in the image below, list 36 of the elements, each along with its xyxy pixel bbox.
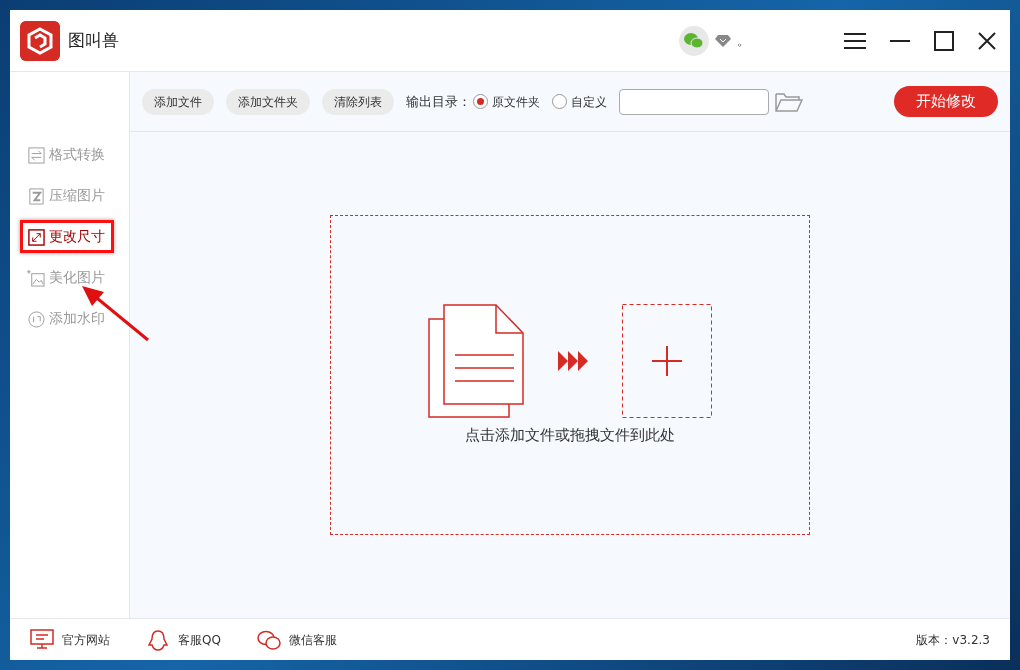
minimize-icon [890, 39, 910, 42]
resize-icon [27, 227, 45, 246]
footer-link[interactable]: 官方网站 [30, 628, 110, 651]
toolbar-button[interactable]: 添加文件 [142, 88, 214, 115]
version-text: 版本：v3.2.3 [916, 631, 990, 649]
start-button[interactable]: 开始修改 [894, 86, 998, 117]
menu-icon [844, 33, 866, 50]
app-name: 图叫兽 [68, 28, 119, 52]
toolbar-button[interactable]: 清除列表 [322, 88, 394, 115]
maximize-icon [934, 30, 954, 51]
add-icon[interactable] [622, 303, 712, 418]
diamond-icon[interactable] [715, 33, 731, 48]
toolbar-button[interactable]: 添加文件夹 [226, 88, 310, 115]
wechat-icon[interactable] [679, 25, 709, 56]
footer-link[interactable]: 客服QQ [146, 628, 221, 651]
sidebar-item[interactable]: 更改尺寸 [20, 220, 114, 253]
path-field[interactable] [619, 88, 769, 115]
monitor-icon [30, 628, 54, 651]
image-icon [27, 268, 45, 287]
swap-icon [27, 145, 45, 164]
penguin-icon [146, 628, 170, 651]
output-label: 输出目录： [406, 92, 471, 111]
drop-zone[interactable]: 点击添加文件或拖拽文件到此处 [330, 215, 810, 535]
stamp-icon [27, 309, 45, 328]
status-text: 。 [737, 31, 750, 50]
documents-icon [428, 303, 524, 418]
drop-hint: 点击添加文件或拖拽文件到此处 [465, 424, 675, 446]
footer-link[interactable]: 微信客服 [256, 628, 337, 651]
close-icon [978, 32, 996, 51]
triple-arrow-icon [558, 350, 588, 371]
radio-option[interactable]: 自定义 [552, 92, 607, 111]
compress-icon [27, 186, 45, 205]
radio-option[interactable]: 原文件夹 [473, 92, 540, 111]
folder-icon[interactable] [775, 91, 803, 112]
wechat-icon [256, 628, 281, 651]
app-logo-icon [20, 20, 60, 61]
